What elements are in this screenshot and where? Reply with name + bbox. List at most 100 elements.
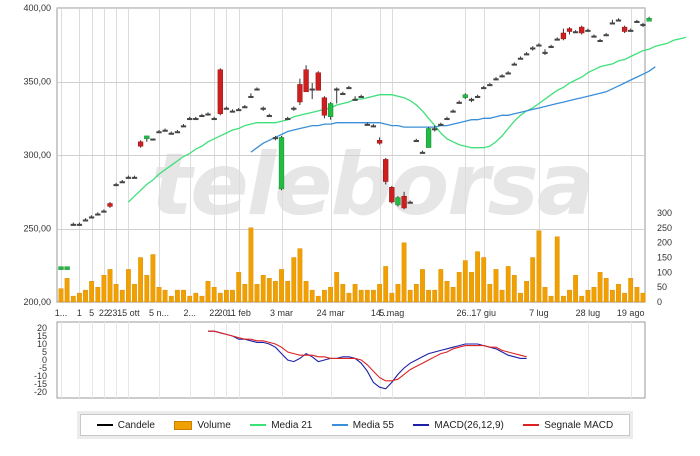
candle [462,93,468,100]
volume-bar [383,266,389,303]
candle-body [432,128,438,131]
volume-bar [364,289,370,303]
volume-bar [493,269,499,303]
candle-body [162,129,168,132]
candle-body [425,128,432,148]
volume-bar [444,281,450,303]
legend-swatch [96,424,113,426]
volume-bar [426,289,431,303]
legend-label: Candele [117,419,155,431]
volume-bar [536,230,542,303]
date-tick-label: 2... [183,308,196,318]
volume-bar [101,275,107,303]
volume-bar [156,287,162,303]
candle [487,83,493,87]
candle-body [199,115,205,118]
candle-body [389,187,395,203]
candle [646,16,652,22]
volume-bar [413,284,419,303]
volume-bar [371,289,376,303]
candle [517,56,524,60]
volume-bar [597,272,603,303]
candle-body [248,95,254,98]
candle [389,185,395,204]
volume-bar [181,289,186,303]
candle [395,196,401,207]
volume-bar [64,278,70,303]
legend-item: Volume [174,420,231,431]
volume-bar [132,284,137,303]
candle [150,138,156,141]
candle-body [511,63,517,66]
candle-body [609,22,616,25]
volume-bar [358,289,364,303]
candle-body [205,113,211,116]
candle-body [266,115,272,118]
candle-body [481,87,487,90]
volume-bar [309,289,315,303]
candle-body [131,176,138,179]
candle-body [58,266,64,270]
volume-bar [315,295,321,303]
candle [125,175,132,179]
candle-body [291,107,297,110]
candle-body [438,123,444,126]
candle-body [242,106,248,109]
candle-body [223,107,230,110]
chart-legend: Candele Volume Media 21 Media 55 MACD(26,12,… [80,414,630,436]
date-tick-label: 28 lug [576,308,601,318]
candle [352,96,358,101]
candle-body [462,94,468,98]
date-tick-label: 1... [55,308,68,318]
stock-chart: teleborsa 200,00 250,00 300,00 350,00 400,00… [0,0,700,451]
candle [499,74,505,78]
volume-bar [217,292,223,303]
candle-body [579,26,585,34]
legend-item: Segnale MACD [523,420,613,431]
candle [266,113,272,118]
candle [536,43,542,47]
volume-bar [125,269,131,303]
date-tick-label: 5 mag [379,308,404,318]
volume-bar [193,292,199,303]
volume-bar [579,295,585,303]
candle [597,38,603,43]
candle-body [297,84,303,103]
volume-bar [561,295,566,303]
candle [511,62,517,66]
candle-body [517,57,524,60]
candle-body [352,98,358,101]
candle [554,37,560,41]
candle [211,116,217,121]
volume-bar [144,275,150,303]
candle [481,85,487,90]
candle-body [327,103,334,117]
volume-bar [524,281,530,303]
volume-bar [542,287,548,303]
legend-swatch [413,424,430,426]
candle [113,182,119,187]
candle-body [187,118,193,121]
volume-bar [432,289,438,303]
price-tick-label: 250,00 [23,224,51,234]
volume-bar [628,278,634,303]
date-tick-label: 19 ago [617,308,645,318]
volume-bar [591,287,597,303]
price-tick-label: 300,00 [23,150,51,160]
candle-body [334,88,340,91]
candle-body [499,75,505,78]
candle [334,87,340,104]
volume-tick-label: 0 [657,297,662,307]
candle-body [560,32,567,40]
candle [456,100,462,104]
volume-bar [322,289,327,303]
volume-bar [511,275,517,303]
candle-body [413,140,419,143]
volume-bar [481,257,487,303]
candle-body [254,88,260,91]
candle-body [456,101,462,104]
candle-body [646,18,652,22]
candle [260,106,266,111]
candle [174,130,181,134]
candle [493,77,499,81]
